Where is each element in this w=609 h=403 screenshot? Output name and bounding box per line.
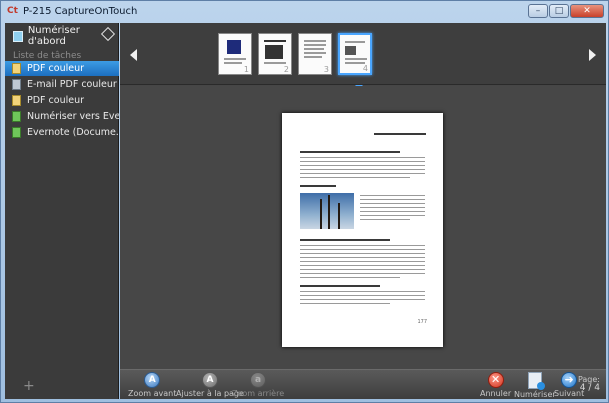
cancel-label: Annuler [480, 389, 512, 398]
add-task-button[interactable]: + [23, 378, 35, 394]
previous-thumbnails-arrow-icon[interactable] [130, 49, 137, 61]
maximize-button[interactable]: □ [549, 4, 569, 18]
bottom-toolbar: A Zoom avant A Ajuster à la page a Zoom … [120, 369, 606, 399]
zoom-out-label: Zoom arrière [232, 389, 285, 398]
window-title: P-215 CaptureOnTouch [23, 6, 138, 17]
evernote-icon [12, 127, 21, 138]
cancel-icon: ✕ [487, 372, 504, 388]
minimize-button[interactable]: – [528, 4, 548, 18]
task-label: Numériser vers Eve... [27, 111, 119, 122]
page-photo [300, 193, 354, 229]
thumbnail-page-3[interactable]: 3 [298, 33, 332, 75]
task-item-scan-to-evernote[interactable]: Numériser vers Eve... [5, 109, 119, 124]
evernote-icon [12, 111, 21, 122]
zoom-in-icon: A [144, 372, 161, 388]
thumbnail-page-4[interactable]: 4 [338, 33, 372, 75]
task-label: E-mail PDF couleur [27, 79, 117, 90]
zoom-in-button[interactable]: A Zoom avant [128, 372, 176, 398]
thumbnail-page-2[interactable]: 2 [258, 33, 292, 75]
scan-first-button[interactable]: Numériser d'abord [5, 25, 119, 47]
task-item-pdf-couleur[interactable]: PDF couleur [5, 61, 119, 76]
thumbnail-number: 2 [283, 65, 289, 74]
page-indicator: Page: 4 / 4 [578, 375, 600, 393]
task-item-pdf-couleur-2[interactable]: PDF couleur [5, 93, 119, 108]
task-label: Evernote (Docume... [27, 127, 119, 138]
thumbnail-number: 3 [323, 65, 329, 74]
task-label: PDF couleur [27, 95, 84, 106]
zoom-out-button[interactable]: a Zoom arrière [232, 372, 284, 398]
task-item-evernote-document[interactable]: Evernote (Docume... [5, 125, 119, 140]
thumbnail-number: 1 [243, 65, 249, 74]
zoom-in-label: Zoom avant [128, 389, 177, 398]
thumbnail-page-1[interactable]: 1 [218, 33, 252, 75]
scan-document-icon [527, 372, 545, 390]
pdf-icon [12, 95, 21, 106]
fit-page-icon: A [201, 372, 218, 388]
close-button[interactable]: ✕ [570, 4, 604, 18]
sidebar: Numériser d'abord Liste de tâches PDF co… [5, 23, 119, 399]
zoom-out-icon: a [250, 372, 267, 388]
scan-button[interactable]: Numériser [514, 372, 556, 399]
scanner-icon [13, 30, 23, 42]
page-indicator-count: 4 / 4 [579, 383, 600, 393]
task-item-email-pdf[interactable]: E-mail PDF couleur [5, 77, 119, 92]
cancel-button[interactable]: ✕ Annuler [480, 372, 511, 398]
app-window: Ct P-215 CaptureOnTouch – □ ✕ Numériser … [0, 0, 609, 403]
page-preview[interactable]: 177 [120, 86, 606, 369]
mail-icon [12, 79, 21, 90]
title-bar[interactable]: Ct P-215 CaptureOnTouch – □ ✕ [1, 1, 608, 23]
main-area: 1 2 3 4 177 A Zoom avant A Ajuster à la … [120, 23, 606, 399]
window-controls: – □ ✕ [528, 4, 604, 18]
thumbnail-number: 4 [362, 64, 368, 73]
thumbnail-strip: 1 2 3 4 [120, 23, 606, 85]
task-list-heading: Liste de tâches [13, 51, 82, 61]
scanned-page: 177 [282, 113, 443, 347]
next-thumbnails-arrow-icon[interactable] [589, 49, 596, 61]
scan-label: Numériser [514, 390, 556, 399]
task-label: PDF couleur [27, 63, 84, 74]
page-number: 177 [417, 319, 427, 325]
app-logo-icon: Ct [7, 6, 18, 16]
pdf-icon [12, 63, 21, 74]
next-arrow-icon: ➜ [561, 372, 578, 388]
